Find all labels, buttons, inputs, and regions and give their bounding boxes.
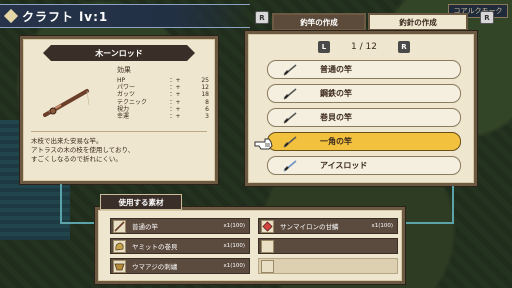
stat-row-hp: HP ：+ 25 <box>117 77 209 84</box>
fishing-rod-sprite-icon <box>43 89 90 117</box>
empty-slot <box>261 239 274 253</box>
material-row: 普通の竿 x1(100) <box>110 218 250 234</box>
material-name: サンマイロンの甘鱗 <box>280 223 339 231</box>
craft-title-bar: クラフト lv:1 <box>0 4 250 28</box>
material-count: x1(100) <box>223 223 245 229</box>
item-name-banner: 木ーンロッド <box>43 45 195 61</box>
gem-icon <box>261 219 274 233</box>
fishing-rod-icon <box>282 159 298 173</box>
material-count: x1(100) <box>371 223 393 229</box>
material-count: x1(100) <box>223 243 245 249</box>
connector-line <box>60 184 62 224</box>
recipe-item-normal-rod[interactable]: 普通の竿 <box>267 60 461 79</box>
material-row: ヤミットの巻貝 x1(100) <box>110 238 250 254</box>
description-line: 木枝で出来た安易な竿。 <box>31 137 103 145</box>
prev-page-button[interactable]: L <box>318 41 330 53</box>
item-description: 木枝で出来た安易な竿。 アトラスの木の枝を使用しており、 すごくしなるので折れに… <box>31 131 207 179</box>
tab-hook-crafting[interactable]: 釣針の作成 <box>368 13 468 31</box>
connector-line <box>405 222 454 224</box>
stats-title: 効果 <box>117 66 131 74</box>
shell-icon <box>113 239 126 253</box>
tab-rod-crafting[interactable]: 釣竿の作成 <box>272 13 366 31</box>
materials-panel: 普通の竿 x1(100) ヤミットの巻貝 x1(100) ウマアジの刺繍 x1(… <box>95 207 405 284</box>
description-line: すごくしなるので折れにくい。 <box>31 155 122 163</box>
recipe-list-panel: L 1 / 12 R 普通の竿 鋼鉄の竿 巻貝の竿 一角の竿 アイスロッド <box>245 31 477 186</box>
stats-list: HP ：+ 25 パワー ：+ 12 ガッツ ：+ 18 テクニック ：+ 8 視力 ：+ 6 幸運… <box>117 77 213 120</box>
embroidery-icon <box>113 259 126 273</box>
material-count: x1(100) <box>223 263 245 269</box>
recipe-label: 鋼鉄の竿 <box>320 89 352 98</box>
stat-row-technique: テクニック ：+ 8 <box>117 98 209 106</box>
fishing-rod-icon <box>282 135 298 149</box>
stat-row-guts: ガッツ ：+ 18 <box>117 91 209 99</box>
connector-line <box>452 186 454 224</box>
materials-right-column: サンマイロンの甘鱗 x1(100) <box>258 218 398 278</box>
material-name: ウマアジの刺繍 <box>132 263 178 271</box>
recipe-item-ice-rod[interactable]: アイスロッド <box>267 156 461 175</box>
material-row-empty <box>258 238 398 254</box>
craft-title: クラフト lv:1 <box>22 9 109 24</box>
material-row: サンマイロンの甘鱗 x1(100) <box>258 218 398 234</box>
page-indicator: 1 / 12 <box>351 42 377 52</box>
tab-right-shoulder-button[interactable]: R <box>480 11 494 24</box>
materials-title: 使用する素材 <box>100 194 182 210</box>
pointing-hand-cursor-icon <box>254 138 273 150</box>
fishing-rod-icon <box>282 87 298 101</box>
diamond-marker-icon <box>3 8 19 24</box>
recipe-label: 巻貝の竿 <box>320 113 352 122</box>
recipe-item-unicorn-rod[interactable]: 一角の竿 <box>254 132 461 151</box>
tab-left-shoulder-button[interactable]: R <box>255 11 269 24</box>
materials-left-column: 普通の竿 x1(100) ヤミットの巻貝 x1(100) ウマアジの刺繍 x1(… <box>110 218 250 278</box>
next-page-button[interactable]: R <box>398 41 410 53</box>
recipe-item-steel-rod[interactable]: 鋼鉄の竿 <box>267 84 461 103</box>
connector-line <box>60 222 96 224</box>
page-navigation: L 1 / 12 R <box>318 40 410 54</box>
description-line: アトラスの木の枝を使用しており、 <box>31 146 135 154</box>
recipe-item-shell-rod[interactable]: 巻貝の竿 <box>267 108 461 127</box>
recipe-label: アイスロッド <box>320 161 368 170</box>
material-name: 普通の竿 <box>132 223 158 231</box>
material-row: ウマアジの刺繍 x1(100) <box>110 258 250 274</box>
item-info-panel: 木ーンロッド 効果 HP ：+ 25 パワー ：+ 12 ガッツ ：+ 18 テクニック ：+… <box>20 36 218 184</box>
empty-slot <box>261 259 274 273</box>
rod-material-icon <box>113 219 126 233</box>
fishing-rod-icon <box>282 111 298 125</box>
material-name: ヤミットの巻貝 <box>132 243 178 251</box>
recipe-list: 普通の竿 鋼鉄の竿 巻貝の竿 一角の竿 アイスロッド <box>254 60 461 180</box>
material-row-empty <box>258 258 398 274</box>
fishing-rod-icon <box>282 63 298 77</box>
recipe-label: 一角の竿 <box>320 137 352 146</box>
stat-row-vision: 視力 ：+ 6 <box>117 105 209 113</box>
stat-row-luck: 幸運 ：+ 3 <box>117 113 209 121</box>
recipe-label: 普通の竿 <box>320 65 352 74</box>
